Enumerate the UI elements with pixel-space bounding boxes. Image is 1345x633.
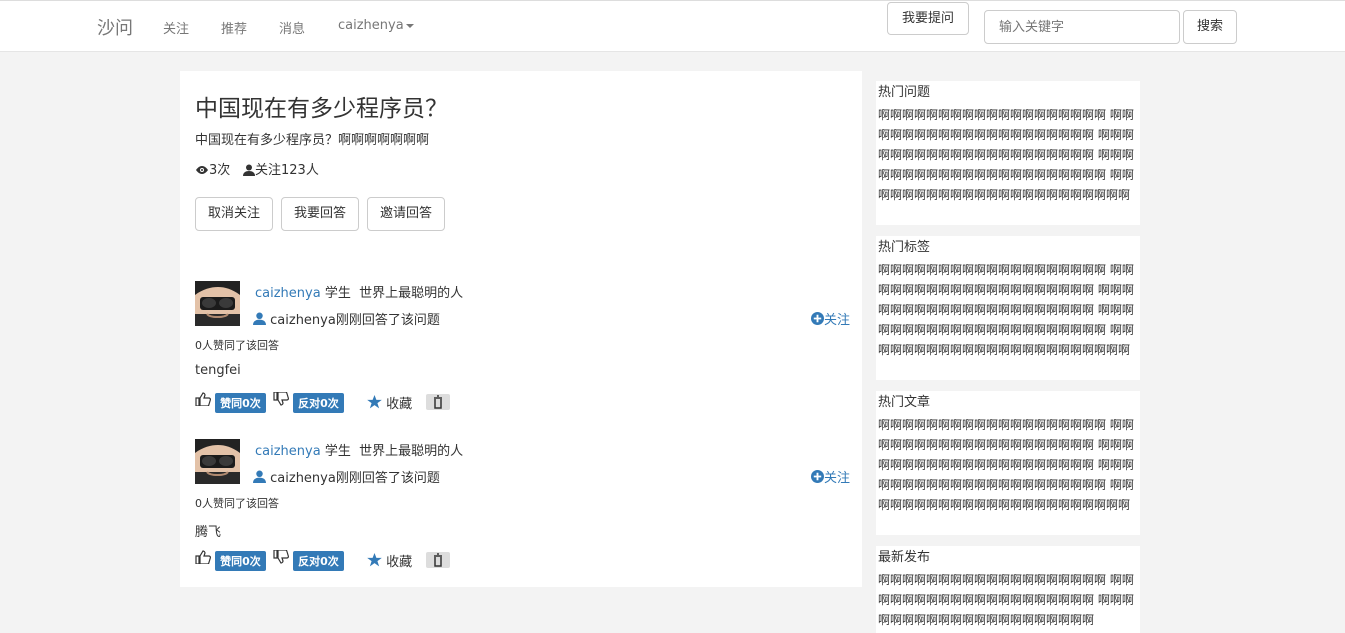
delete-button[interactable]	[426, 552, 450, 568]
answer-activity: caizhenya刚刚回答了该问题	[253, 467, 440, 486]
user-icon	[253, 312, 266, 325]
author-role: 学生	[324, 444, 351, 459]
answer-item: caizhenya 学生 世界上最聪明的人 caizhenya刚刚回答了该问题 …	[195, 281, 850, 431]
question-title: 中国现在有多少程序员？	[195, 96, 448, 122]
answer-content: tengfei	[195, 363, 241, 378]
user-menu-label: caizhenya	[338, 18, 404, 33]
answer-activity: caizhenya刚刚回答了该问题	[253, 309, 440, 328]
follow-author-button[interactable]: 关注	[810, 309, 850, 328]
favorite-control[interactable]: 收藏	[367, 551, 412, 570]
sidebar-title: 热门问题	[878, 85, 931, 100]
view-count-text: 3次	[209, 163, 231, 178]
invite-answer-button[interactable]: 邀请回答	[367, 197, 446, 231]
plus-circle-icon	[810, 312, 824, 325]
question-description: 中国现在有多少程序员？啊啊啊啊啊啊啊	[195, 133, 430, 148]
unfollow-button[interactable]: 取消关注	[195, 197, 274, 231]
oppose-control[interactable]: 反对0次	[273, 391, 344, 413]
delete-button[interactable]	[426, 394, 450, 410]
nav-item-messages[interactable]: 消息	[279, 18, 305, 37]
nav-item-follow[interactable]: 关注	[163, 18, 189, 37]
thumbs-down-icon	[273, 549, 289, 564]
avatar-image	[195, 281, 240, 326]
trash-icon	[434, 553, 442, 567]
answer-author-line: caizhenya 学生 世界上最聪明的人	[255, 282, 463, 301]
caret-down-icon	[405, 23, 414, 28]
user-icon	[253, 470, 266, 483]
sidebar-content[interactable]: 啊啊啊啊啊啊啊啊啊啊啊啊啊啊啊啊啊啊啊 啊啊啊啊啊啊啊啊啊啊啊啊啊啊啊啊啊啊啊啊…	[878, 260, 1136, 360]
nav-item-recommend[interactable]: 推荐	[221, 18, 247, 37]
follow-label: 关注	[823, 313, 850, 328]
user-menu-dropdown[interactable]: caizhenya	[338, 18, 414, 33]
sidebar-title: 最新发布	[878, 550, 931, 565]
author-bio: 世界上最聪明的人	[359, 444, 464, 459]
follower-count-text: 关注123人	[255, 163, 319, 178]
question-panel: 中国现在有多少程序员？ 中国现在有多少程序员？啊啊啊啊啊啊啊 3次 关注123人…	[180, 71, 862, 587]
user-icon	[243, 164, 255, 176]
sidebar-title: 热门文章	[878, 395, 931, 410]
sidebar-hot-tags: 热门标签 啊啊啊啊啊啊啊啊啊啊啊啊啊啊啊啊啊啊啊 啊啊啊啊啊啊啊啊啊啊啊啊啊啊啊…	[876, 236, 1140, 380]
author-username[interactable]: caizhenya	[255, 444, 321, 459]
avatar[interactable]	[195, 439, 240, 484]
oppose-badge: 反对0次	[293, 392, 344, 413]
agree-badge: 赞同0次	[215, 550, 266, 571]
author-bio: 世界上最聪明的人	[359, 286, 464, 301]
thumbs-up-icon	[195, 392, 211, 407]
answer-content: 腾飞	[195, 525, 222, 540]
follow-label: 关注	[823, 471, 850, 486]
thumbs-down-icon	[273, 391, 289, 406]
sidebar-hot-articles: 热门文章 啊啊啊啊啊啊啊啊啊啊啊啊啊啊啊啊啊啊啊 啊啊啊啊啊啊啊啊啊啊啊啊啊啊啊…	[876, 391, 1140, 535]
oppose-badge: 反对0次	[293, 550, 344, 571]
author-role: 学生	[324, 286, 351, 301]
sidebar-content[interactable]: 啊啊啊啊啊啊啊啊啊啊啊啊啊啊啊啊啊啊啊 啊啊啊啊啊啊啊啊啊啊啊啊啊啊啊啊啊啊啊啊…	[878, 415, 1136, 515]
answer-item: caizhenya 学生 世界上最聪明的人 caizhenya刚刚回答了该问题 …	[195, 439, 850, 589]
favorite-label: 收藏	[386, 555, 413, 570]
answer-activity-text: caizhenya刚刚回答了该问题	[270, 313, 440, 328]
follower-count: 关注123人	[243, 159, 319, 178]
search-input[interactable]	[984, 10, 1180, 44]
author-username[interactable]: caizhenya	[255, 286, 321, 301]
trash-icon	[434, 395, 442, 409]
ask-question-button[interactable]: 我要提问	[887, 2, 969, 35]
thumbs-up-icon	[195, 550, 211, 565]
agree-summary: 0人赞同了该回答	[195, 339, 279, 352]
sidebar-content[interactable]: 啊啊啊啊啊啊啊啊啊啊啊啊啊啊啊啊啊啊啊 啊啊啊啊啊啊啊啊啊啊啊啊啊啊啊啊啊啊啊啊…	[878, 570, 1136, 630]
agree-badge: 赞同0次	[215, 392, 266, 413]
brand-logo[interactable]: 沙问	[97, 14, 133, 40]
star-icon	[367, 553, 382, 567]
avatar-image	[195, 439, 240, 484]
avatar[interactable]	[195, 281, 240, 326]
sidebar-hot-questions: 热门问题 啊啊啊啊啊啊啊啊啊啊啊啊啊啊啊啊啊啊啊 啊啊啊啊啊啊啊啊啊啊啊啊啊啊啊…	[876, 81, 1140, 225]
agree-control[interactable]: 赞同0次	[195, 392, 266, 413]
top-navbar: 沙问 关注 推荐 消息 caizhenya 我要提问 搜索	[0, 0, 1345, 52]
answer-author-line: caizhenya 学生 世界上最聪明的人	[255, 440, 463, 459]
eye-icon	[196, 166, 208, 174]
sidebar-content[interactable]: 啊啊啊啊啊啊啊啊啊啊啊啊啊啊啊啊啊啊啊 啊啊啊啊啊啊啊啊啊啊啊啊啊啊啊啊啊啊啊啊…	[878, 105, 1136, 205]
oppose-control[interactable]: 反对0次	[273, 549, 344, 571]
star-icon	[367, 395, 382, 409]
sidebar-title: 热门标签	[878, 240, 931, 255]
view-count: 3次	[195, 159, 230, 178]
search-button[interactable]: 搜索	[1183, 10, 1237, 44]
agree-control[interactable]: 赞同0次	[195, 550, 266, 571]
answer-activity-text: caizhenya刚刚回答了该问题	[270, 471, 440, 486]
agree-summary: 0人赞同了该回答	[195, 497, 279, 510]
plus-circle-icon	[810, 470, 824, 483]
sidebar-latest: 最新发布 啊啊啊啊啊啊啊啊啊啊啊啊啊啊啊啊啊啊啊 啊啊啊啊啊啊啊啊啊啊啊啊啊啊啊…	[876, 546, 1140, 633]
favorite-label: 收藏	[386, 397, 413, 412]
follow-author-button[interactable]: 关注	[810, 467, 850, 486]
answer-button[interactable]: 我要回答	[281, 197, 360, 231]
favorite-control[interactable]: 收藏	[367, 393, 412, 412]
